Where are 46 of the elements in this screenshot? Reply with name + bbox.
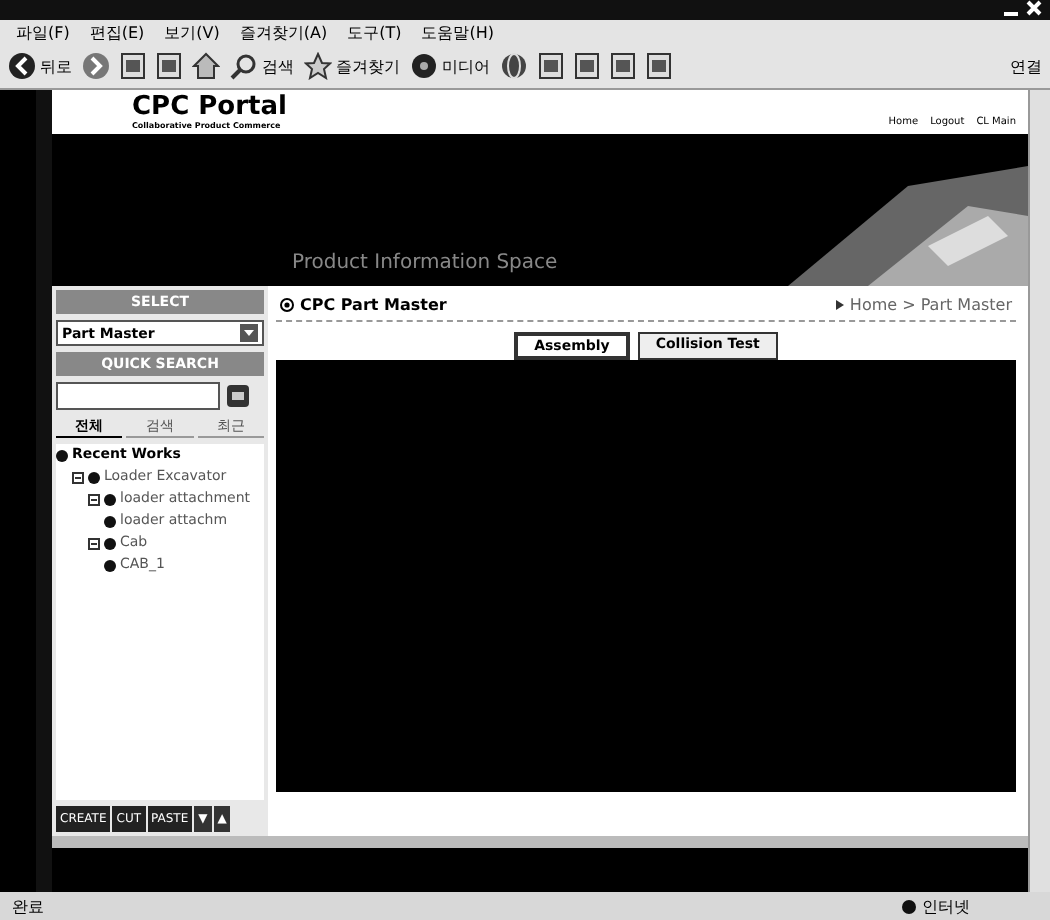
search-icon: [230, 52, 258, 80]
collapse-icon[interactable]: [72, 471, 84, 483]
close-icon[interactable]: [1026, 0, 1042, 16]
collapse-icon[interactable]: [88, 537, 100, 549]
status-text: 완료: [12, 895, 44, 917]
collapse-icon[interactable]: [88, 493, 100, 505]
menu-item[interactable]: 보기(V): [164, 21, 220, 43]
page-title: CPC Part Master: [300, 296, 447, 314]
banner-title: Product Information Space: [292, 252, 558, 274]
toolbar-button[interactable]: [610, 52, 636, 80]
zone-text: 인터넷: [922, 895, 970, 917]
target-icon: [280, 298, 294, 312]
breadcrumb: Home > Part Master: [849, 296, 1012, 314]
document-icon: [120, 52, 146, 80]
document-icon: [574, 52, 600, 80]
toolbar-button[interactable]: [156, 52, 182, 80]
toolbar-button[interactable]: [192, 52, 220, 80]
scrollbar[interactable]: [1028, 90, 1050, 892]
dropdown-arrow-icon: [240, 324, 258, 342]
toolbar-button[interactable]: [538, 52, 564, 80]
toolbar-button[interactable]: [646, 52, 672, 80]
portal-logo: CPC Portal: [132, 94, 287, 120]
document-icon: [156, 52, 182, 80]
star-icon: [304, 52, 332, 80]
document-icon: [610, 52, 636, 80]
toolbar-button[interactable]: [82, 52, 110, 80]
toolbar-button[interactable]: 연결: [1010, 55, 1042, 77]
home-icon: [192, 52, 220, 80]
toolbar-button[interactable]: [120, 52, 146, 80]
document-icon: [646, 52, 672, 80]
menu-item[interactable]: 즐겨찾기(A): [239, 21, 328, 43]
menu-item[interactable]: 파일(F): [16, 21, 70, 43]
bullet-icon: [835, 300, 844, 310]
menu-item[interactable]: 도움말(H): [421, 21, 494, 43]
search-button-icon[interactable]: [226, 384, 250, 408]
toolbar-button[interactable]: 검색: [230, 52, 294, 80]
search-field[interactable]: [56, 382, 220, 410]
menu-item[interactable]: 도구(T): [347, 21, 402, 43]
media-icon: [410, 52, 438, 80]
toolbar-button[interactable]: 즐겨찾기: [304, 52, 400, 80]
banner-decoration-icon: [788, 166, 1028, 286]
document-icon: [538, 52, 564, 80]
toolbar-button[interactable]: 미디어: [410, 52, 490, 80]
toolbar-button[interactable]: [574, 52, 600, 80]
menu-item[interactable]: 편집(E): [89, 21, 145, 43]
toolbar-button[interactable]: 뒤로: [8, 52, 72, 80]
